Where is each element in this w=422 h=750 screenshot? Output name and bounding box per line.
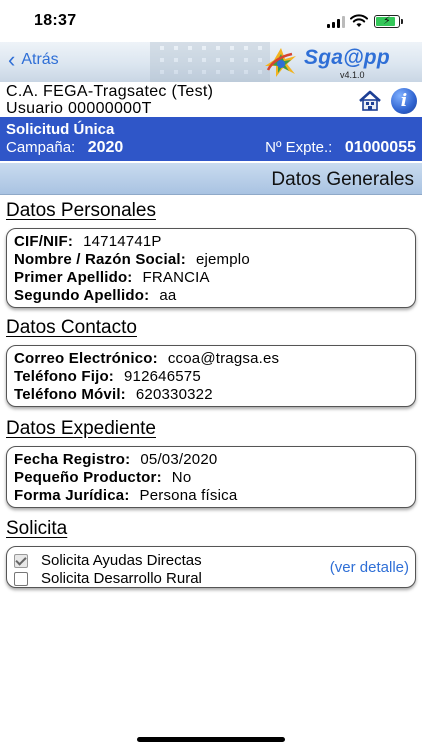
field-row: Fecha Registro: 05/03/2020	[14, 451, 218, 468]
section-header: Datos Generales	[0, 163, 422, 195]
solicita-card: Solicita Ayudas Directas Solicita Desarr…	[6, 546, 416, 588]
nav-background-pattern	[150, 42, 270, 82]
wifi-icon	[350, 14, 368, 27]
datos-expediente-title: Datos Expediente	[6, 418, 156, 439]
solicitud-band: Solicitud Única Campaña: 2020 Nº Expte.:…	[0, 117, 422, 161]
solicita-title: Solicita	[6, 518, 68, 539]
info-icon[interactable]: i	[391, 88, 417, 114]
datos-personales-card: CIF/NIF: 14714741P Nombre / Razón Social:…	[6, 228, 416, 308]
section-header-title: Datos Generales	[271, 169, 414, 190]
ver-detalle-link[interactable]: (ver detalle)	[330, 559, 409, 576]
field-row: Nombre / Razón Social: ejemplo	[14, 251, 250, 268]
campaign-value: 2020	[87, 139, 124, 156]
field-row: Teléfono Fijo: 912646575	[14, 368, 201, 385]
back-button[interactable]: ‹ Atrás	[8, 47, 59, 72]
back-label: Atrás	[21, 51, 59, 68]
home-icon[interactable]	[358, 90, 382, 112]
status-time: 18:37	[34, 12, 77, 29]
battery-icon: ⚡	[374, 15, 403, 28]
datos-contacto-title: Datos Contacto	[6, 317, 137, 338]
checkbox-ayudas-directas[interactable]	[14, 554, 28, 568]
field-row: Primer Apellido: FRANCIA	[14, 269, 210, 286]
user-id: Usuario 00000000T	[6, 100, 152, 117]
field-row: CIF/NIF: 14714741P	[14, 233, 162, 250]
chevron-left-icon: ‹	[8, 47, 16, 72]
status-bar: 18:37 ⚡	[0, 0, 422, 42]
checkbox-desarrollo-rural[interactable]	[14, 572, 28, 586]
checkbox-label: Solicita Desarrollo Rural	[41, 570, 202, 587]
solicitud-title: Solicitud Única	[6, 121, 115, 138]
field-row: Teléfono Móvil: 620330322	[14, 386, 213, 403]
datos-personales-title: Datos Personales	[6, 200, 156, 221]
datos-contacto-card: Correo Electrónico: ccoa@tragsa.es Teléfo…	[6, 345, 416, 407]
app-logo-icon	[265, 48, 296, 77]
expediente-label: Nº Expte.:	[265, 139, 333, 156]
expediente-info: Nº Expte.: 01000055	[265, 139, 416, 157]
field-row: Pequeño Productor: No	[14, 469, 192, 486]
campaign-label: Campaña:	[6, 139, 76, 156]
cellular-signal-icon	[327, 16, 345, 28]
home-indicator[interactable]	[137, 737, 285, 742]
field-row: Correo Electrónico: ccoa@tragsa.es	[14, 350, 280, 367]
app-logo-text: Sga@pp	[304, 46, 390, 69]
expediente-value: 01000055	[344, 139, 416, 156]
checkbox-label: Solicita Ayudas Directas	[41, 552, 202, 569]
ca-name: C.A. FEGA-Tragsatec (Test)	[6, 83, 214, 100]
app-version: v4.1.0	[340, 70, 365, 80]
campaign-info: Campaña: 2020	[6, 139, 123, 157]
field-row: Segundo Apellido: aa	[14, 287, 177, 304]
datos-expediente-card: Fecha Registro: 05/03/2020 Pequeño Produc…	[6, 446, 416, 508]
navigation-bar: ‹ Atrás Sga@pp v4.1.0	[0, 42, 422, 82]
field-row: Forma Jurídica: Persona física	[14, 487, 238, 504]
